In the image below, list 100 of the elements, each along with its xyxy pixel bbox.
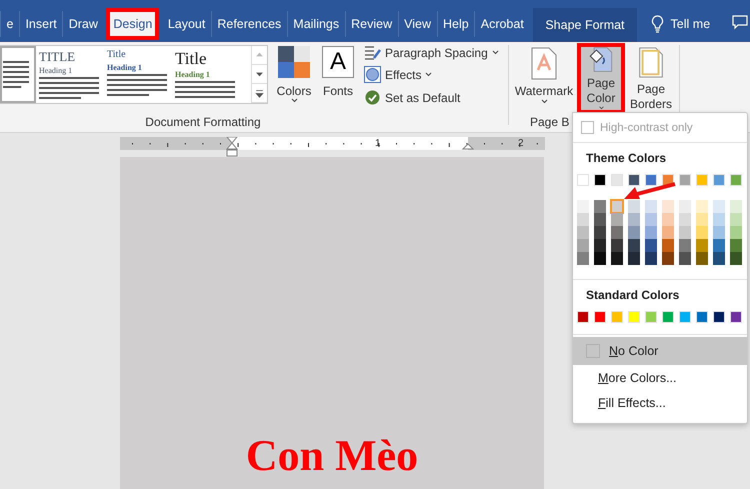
color-swatch[interactable] bbox=[645, 174, 657, 186]
color-swatch[interactable] bbox=[645, 226, 657, 239]
tell-me-search[interactable]: Tell me bbox=[670, 17, 710, 31]
color-swatch[interactable] bbox=[645, 311, 657, 323]
ribbon-tab[interactable]: References bbox=[210, 11, 287, 37]
ribbon-tab[interactable]: e bbox=[0, 11, 19, 37]
color-swatch[interactable] bbox=[713, 226, 725, 239]
color-swatch[interactable] bbox=[577, 252, 589, 265]
style-thumbnail[interactable]: Title Heading 1 bbox=[104, 46, 172, 103]
color-swatch[interactable] bbox=[628, 213, 640, 226]
color-swatch[interactable] bbox=[611, 252, 623, 265]
color-swatch[interactable] bbox=[594, 226, 606, 239]
color-swatch[interactable] bbox=[713, 213, 725, 226]
color-swatch[interactable] bbox=[611, 174, 623, 186]
ribbon-tab[interactable]: Acrobat bbox=[474, 11, 530, 37]
color-swatch[interactable] bbox=[679, 213, 691, 226]
color-swatch[interactable] bbox=[679, 252, 691, 265]
color-swatch[interactable] bbox=[696, 252, 708, 265]
ribbon-command[interactable]: Set as Default bbox=[364, 89, 504, 106]
color-swatch[interactable] bbox=[577, 200, 589, 213]
color-swatch[interactable] bbox=[730, 213, 742, 226]
color-swatch[interactable] bbox=[713, 252, 725, 265]
color-swatch[interactable] bbox=[645, 252, 657, 265]
color-swatch[interactable] bbox=[696, 226, 708, 239]
color-swatch[interactable] bbox=[645, 200, 657, 213]
color-swatch[interactable] bbox=[662, 239, 674, 252]
colors-button[interactable]: Colors bbox=[272, 45, 316, 115]
color-swatch[interactable] bbox=[696, 174, 708, 186]
ribbon-command[interactable]: Paragraph Spacing bbox=[364, 45, 504, 60]
color-swatch[interactable] bbox=[645, 213, 657, 226]
color-swatch[interactable] bbox=[730, 311, 742, 323]
color-swatch[interactable] bbox=[628, 311, 640, 323]
color-swatch[interactable] bbox=[662, 226, 674, 239]
menu-item[interactable]: No Color bbox=[573, 337, 747, 365]
color-swatch[interactable] bbox=[611, 239, 623, 252]
color-swatch[interactable] bbox=[611, 213, 623, 226]
color-swatch[interactable] bbox=[679, 174, 691, 186]
menu-item[interactable]: Fill Effects... bbox=[573, 390, 747, 415]
ribbon-tab[interactable]: Layout bbox=[162, 11, 211, 37]
color-swatch[interactable] bbox=[594, 311, 606, 323]
comment-icon[interactable] bbox=[732, 15, 748, 30]
color-swatch[interactable] bbox=[577, 226, 589, 239]
ribbon-button[interactable]: Page Borders bbox=[627, 45, 675, 112]
color-swatch[interactable] bbox=[730, 226, 742, 239]
ribbon-tab[interactable]: Draw bbox=[62, 11, 104, 37]
color-swatch[interactable] bbox=[577, 239, 589, 252]
fonts-button[interactable]: A Fonts bbox=[316, 45, 360, 115]
color-swatch[interactable] bbox=[713, 239, 725, 252]
style-thumbnail[interactable]: TITLE Heading 1 bbox=[36, 46, 104, 103]
color-swatch[interactable] bbox=[696, 200, 708, 213]
color-swatch[interactable] bbox=[730, 200, 742, 213]
color-swatch[interactable] bbox=[696, 239, 708, 252]
color-swatch[interactable] bbox=[577, 311, 589, 323]
color-swatch[interactable] bbox=[730, 239, 742, 252]
ribbon-tab[interactable]: Shape Format bbox=[533, 8, 637, 42]
indent-marker[interactable] bbox=[462, 143, 474, 150]
color-swatch[interactable] bbox=[696, 213, 708, 226]
color-swatch[interactable] bbox=[594, 213, 606, 226]
color-swatch[interactable] bbox=[628, 226, 640, 239]
ribbon-tab[interactable]: View bbox=[398, 11, 437, 37]
ribbon-tab[interactable]: Mailings bbox=[286, 11, 345, 37]
color-swatch[interactable] bbox=[713, 174, 725, 186]
color-swatch[interactable] bbox=[611, 226, 623, 239]
color-swatch[interactable] bbox=[696, 311, 708, 323]
color-swatch[interactable] bbox=[577, 213, 589, 226]
ribbon-button[interactable]: Watermark bbox=[513, 45, 575, 112]
color-swatch[interactable] bbox=[628, 200, 640, 213]
ribbon-command[interactable]: Effects bbox=[364, 66, 504, 83]
color-swatch[interactable] bbox=[730, 252, 742, 265]
color-swatch[interactable] bbox=[662, 213, 674, 226]
ribbon-button[interactable]: Page Color bbox=[577, 43, 625, 114]
style-thumbnail[interactable] bbox=[0, 46, 36, 103]
color-swatch[interactable] bbox=[645, 239, 657, 252]
color-swatch[interactable] bbox=[611, 311, 623, 323]
color-swatch[interactable] bbox=[594, 200, 606, 213]
color-swatch[interactable] bbox=[594, 252, 606, 265]
menu-item[interactable]: More Colors... bbox=[573, 365, 747, 390]
color-swatch[interactable] bbox=[679, 226, 691, 239]
ribbon-tab[interactable]: Review bbox=[344, 11, 398, 37]
color-swatch[interactable] bbox=[662, 252, 674, 265]
color-swatch[interactable] bbox=[679, 311, 691, 323]
color-swatch[interactable] bbox=[628, 252, 640, 265]
color-swatch[interactable] bbox=[713, 200, 725, 213]
color-swatch[interactable] bbox=[679, 239, 691, 252]
color-swatch[interactable] bbox=[662, 200, 674, 213]
color-swatch[interactable] bbox=[628, 174, 640, 186]
color-swatch[interactable] bbox=[662, 311, 674, 323]
color-swatch[interactable] bbox=[611, 200, 623, 213]
ribbon-tab[interactable]: Insert bbox=[18, 11, 62, 37]
lightbulb-icon[interactable] bbox=[650, 15, 664, 33]
color-swatch[interactable] bbox=[594, 174, 606, 186]
color-swatch[interactable] bbox=[730, 174, 742, 186]
color-swatch[interactable] bbox=[679, 200, 691, 213]
color-swatch[interactable] bbox=[577, 174, 589, 186]
style-thumbnail[interactable]: Title Heading 1 bbox=[172, 46, 240, 103]
ribbon-tab[interactable]: Help bbox=[436, 11, 474, 37]
color-swatch[interactable] bbox=[713, 311, 725, 323]
ribbon-tab[interactable]: Design bbox=[106, 8, 160, 40]
color-swatch[interactable] bbox=[628, 239, 640, 252]
color-swatch[interactable] bbox=[594, 239, 606, 252]
